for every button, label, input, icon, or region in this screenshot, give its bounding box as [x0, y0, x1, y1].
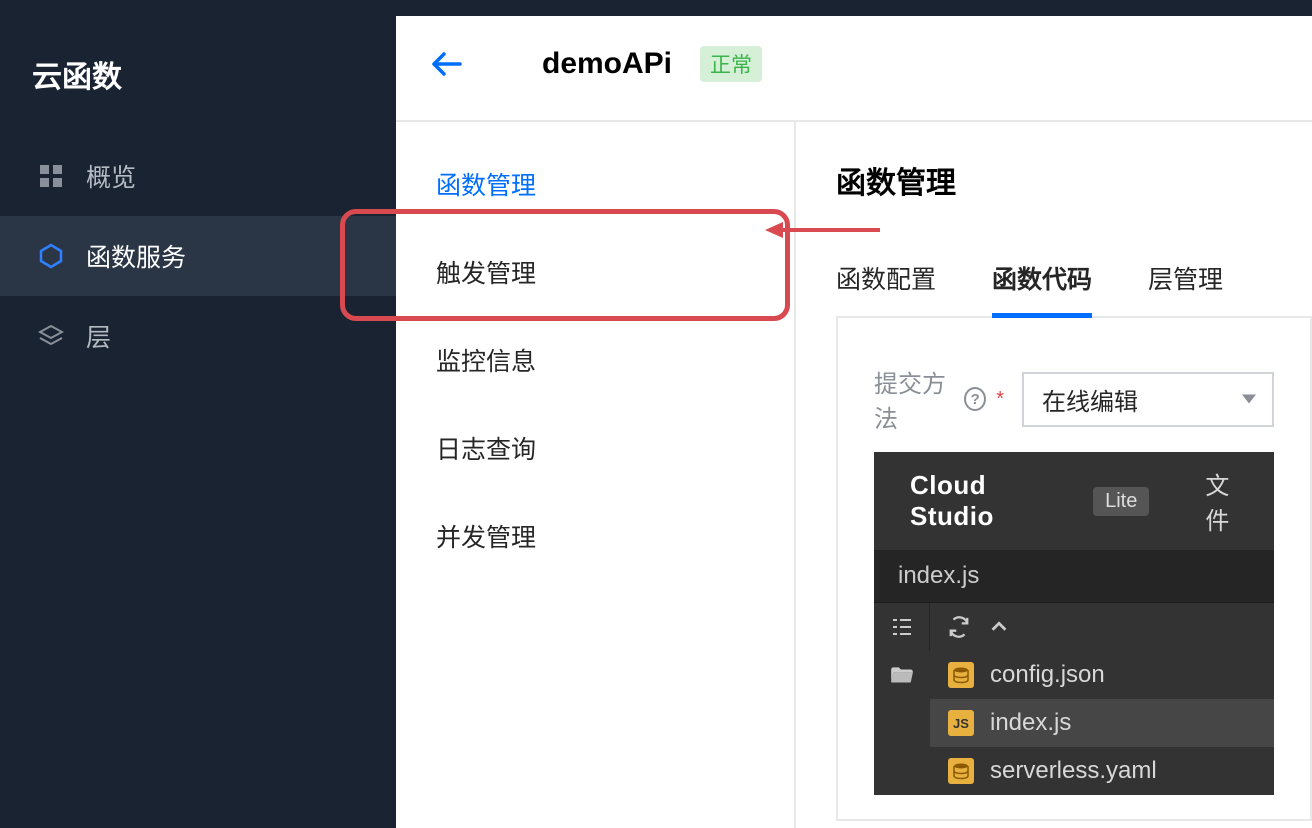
editor-tab[interactable]: index.js [898, 562, 979, 589]
sidebar-item-layers[interactable]: 层 [0, 296, 396, 376]
submit-method-label: 提交方法 ? [874, 364, 986, 434]
submit-method-label-text: 提交方法 [874, 364, 960, 434]
file-row-config[interactable]: config.json [930, 651, 1274, 699]
grid-icon [36, 161, 66, 191]
js-icon: JS [948, 710, 974, 736]
layers-icon [36, 321, 66, 351]
main: demoAPi 正常 函数管理 触发管理 监控信息 日志查询 并发管理 函数管理… [396, 0, 1312, 828]
subnav: 函数管理 触发管理 监控信息 日志查询 并发管理 [396, 120, 794, 828]
tree-toggle[interactable] [874, 603, 930, 651]
tabs: 函数配置 函数代码 层管理 [836, 260, 1312, 318]
caret-down-icon [1242, 395, 1256, 404]
studio-title: Cloud Studio [910, 470, 1073, 532]
sidebar-title: 云函数 [0, 16, 396, 136]
config-area: 提交方法 ? * 在线编辑 Cloud Studio Lite [836, 318, 1312, 821]
refresh-icon[interactable] [948, 616, 970, 638]
app-root: 云函数 概览 函数服务 层 demoAPi [0, 0, 1312, 828]
topbar [0, 0, 1312, 16]
sidebar-item-functions[interactable]: 函数服务 [0, 216, 396, 296]
file-row-serverless[interactable]: serverless.yaml [930, 747, 1274, 795]
file-name: serverless.yaml [990, 757, 1157, 785]
select-value: 在线编辑 [1042, 382, 1138, 417]
hex-icon [36, 241, 66, 271]
collapse-icon[interactable] [988, 616, 1010, 638]
submit-method-select[interactable]: 在线编辑 [1022, 372, 1274, 427]
page-title: demoAPi [542, 47, 672, 81]
sidebar-item-overview[interactable]: 概览 [0, 136, 396, 216]
required-asterisk: * [996, 388, 1004, 411]
studio-topbar: Cloud Studio Lite 文件 [874, 452, 1274, 550]
status-badge: 正常 [700, 46, 762, 82]
subnav-item-triggers[interactable]: 触发管理 [436, 254, 754, 342]
tab-layers[interactable]: 层管理 [1148, 260, 1223, 296]
sidebar-item-label: 函数服务 [86, 238, 186, 274]
lite-badge: Lite [1093, 487, 1149, 516]
file-row-index[interactable]: JS index.js [930, 699, 1274, 747]
folder-open-icon[interactable] [889, 663, 915, 694]
subnav-item-logs[interactable]: 日志查询 [436, 430, 754, 518]
editor-tabbar[interactable]: index.js [874, 550, 1274, 603]
menu-file[interactable]: 文件 [1205, 466, 1252, 536]
db-icon [948, 758, 974, 784]
header: demoAPi 正常 [396, 16, 1312, 120]
help-icon[interactable]: ? [964, 387, 986, 411]
db-icon [948, 662, 974, 688]
file-name: config.json [990, 661, 1105, 689]
back-icon[interactable] [432, 52, 462, 76]
sidebar-item-label: 概览 [86, 158, 136, 194]
sidebar-item-label: 层 [86, 318, 111, 354]
file-explorer: config.json JS index.js [874, 651, 1274, 795]
tab-config[interactable]: 函数配置 [836, 260, 936, 296]
tab-code[interactable]: 函数代码 [992, 260, 1092, 296]
file-name: index.js [990, 709, 1071, 737]
right-panel: 函数管理 函数配置 函数代码 层管理 提交方法 ? * 在线编辑 [794, 120, 1312, 828]
subnav-item-func-mgmt[interactable]: 函数管理 [436, 166, 754, 254]
submit-method-row: 提交方法 ? * 在线编辑 [874, 364, 1274, 434]
subnav-item-concurrency[interactable]: 并发管理 [436, 518, 754, 606]
content: 函数管理 触发管理 监控信息 日志查询 并发管理 函数管理 函数配置 函数代码 … [396, 120, 1312, 828]
studio-toolbar [874, 603, 1274, 651]
sidebar: 云函数 概览 函数服务 层 [0, 0, 396, 828]
subnav-item-monitoring[interactable]: 监控信息 [436, 342, 754, 430]
cloud-studio: Cloud Studio Lite 文件 index.js [874, 452, 1274, 795]
panel-title: 函数管理 [836, 158, 1312, 202]
